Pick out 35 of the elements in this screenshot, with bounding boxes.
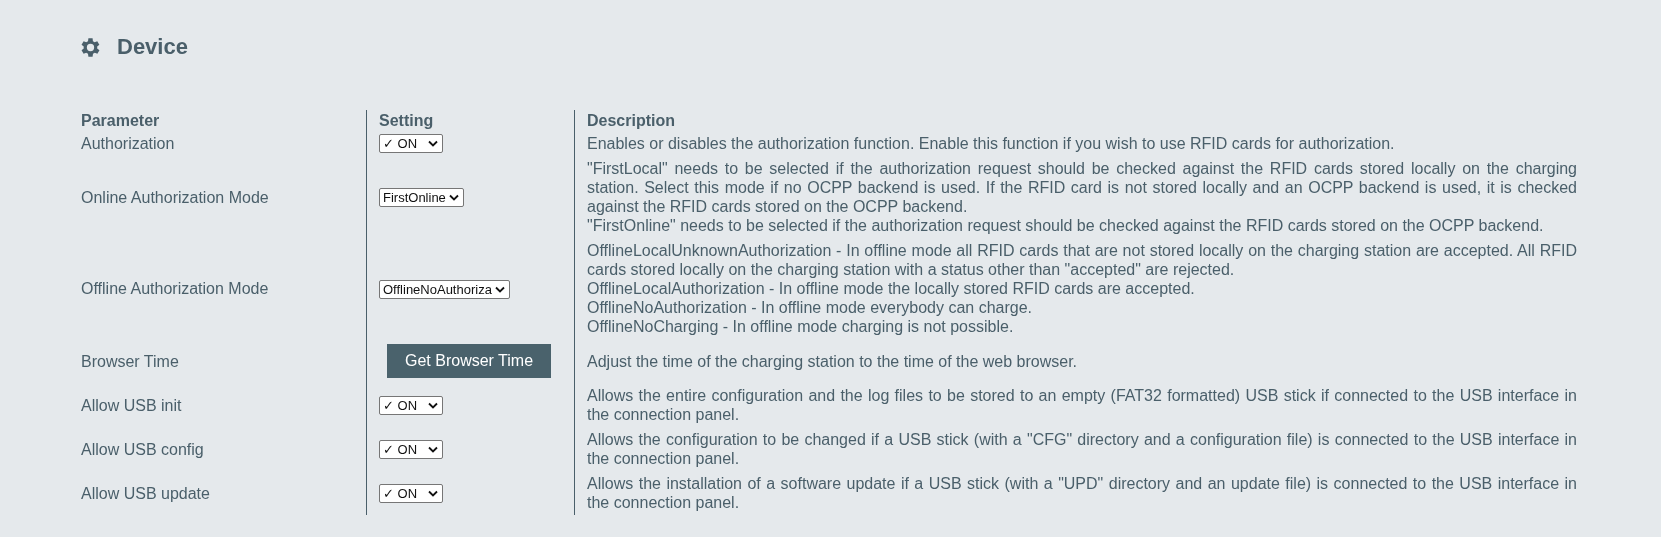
dropdown[interactable]: ✓ ON bbox=[379, 134, 443, 154]
description-text: Adjust the time of the charging station to the time of the web browser. bbox=[587, 351, 1079, 371]
column-header: Parameter bbox=[81, 112, 160, 129]
dropdown[interactable]: ✓ ON bbox=[379, 484, 443, 504]
parameter-label: Online Authorization Mode bbox=[81, 188, 269, 206]
description-text: Enables or disables the authorization function. Enable this function if you wish to use RFID cards for authorization. bbox=[587, 133, 1396, 153]
parameter-label: Offline Authorization Mode bbox=[81, 280, 269, 298]
get-browser-time-button[interactable]: Get Browser Time bbox=[387, 344, 552, 379]
parameter-label: Browser Time bbox=[81, 352, 179, 370]
description-text: "FirstOnline" needs to be selected if the authorization request should be checked against the RFID cards stored on the OCPP backend. bbox=[587, 216, 1545, 236]
description-text: OfflineNoCharging - In offline mode charging is not possible. bbox=[587, 317, 1015, 337]
description-text: OfflineLocalUnknownAuthorization - In offline mode all RFID cards that are not stored locally on the charging station are accepted. All RFID cards stored locally on the charging station with a status other than "accepted" are rejected. bbox=[587, 241, 1577, 280]
caret-icon bbox=[428, 446, 438, 454]
column-header: Setting bbox=[379, 112, 434, 129]
parameter-label: Allow USB init bbox=[81, 396, 182, 414]
description-text: Allows the entire configuration and the log files to be stored to an empty (FAT32 formatted) USB stick if connected to the USB interface in the connection panel. bbox=[587, 386, 1577, 425]
caret-icon bbox=[428, 140, 438, 148]
caret-icon bbox=[428, 490, 438, 498]
caret-icon bbox=[428, 402, 438, 410]
parameter-label: Authorization bbox=[81, 134, 175, 152]
description-text: "FirstLocal" needs to be selected if the authorization request should be checked against the RFID cards stored locally on the charging station. Select this mode if no OCPP backend is used. If the RFID card is not stored locally and an OCPP backend is used, it is checked against the RFID cards stored on the OCPP backend. bbox=[587, 159, 1577, 217]
column-header: Description bbox=[587, 112, 675, 129]
description-text: OfflineLocalAuthorization - In offline mode the locally stored RFID cards are accepted. bbox=[587, 279, 1196, 299]
caret-icon bbox=[494, 285, 505, 293]
description-text: OfflineNoAuthorization - In offline mode everybody can charge. bbox=[587, 298, 1033, 318]
description-text: Allows the installation of a software update if a USB stick (with a "UPD" directory and an update file) is connected to the USB interface in the connection panel. bbox=[587, 474, 1577, 513]
dropdown[interactable]: ✓ ON bbox=[379, 396, 443, 416]
parameter-label: Allow USB config bbox=[81, 440, 204, 458]
page-title: Device bbox=[117, 34, 188, 60]
dropdown[interactable]: FirstOnline bbox=[379, 188, 464, 208]
dropdown[interactable]: OfflineNoAuthoriza bbox=[379, 279, 510, 299]
parameter-label: Allow USB update bbox=[81, 484, 210, 502]
description-text: Allows the configuration to be changed if a USB stick (with a "CFG" directory and a configuration file) is connected to the USB interface in the connection panel. bbox=[587, 430, 1577, 469]
dropdown[interactable]: ✓ ON bbox=[379, 440, 443, 460]
caret-icon bbox=[448, 194, 459, 202]
